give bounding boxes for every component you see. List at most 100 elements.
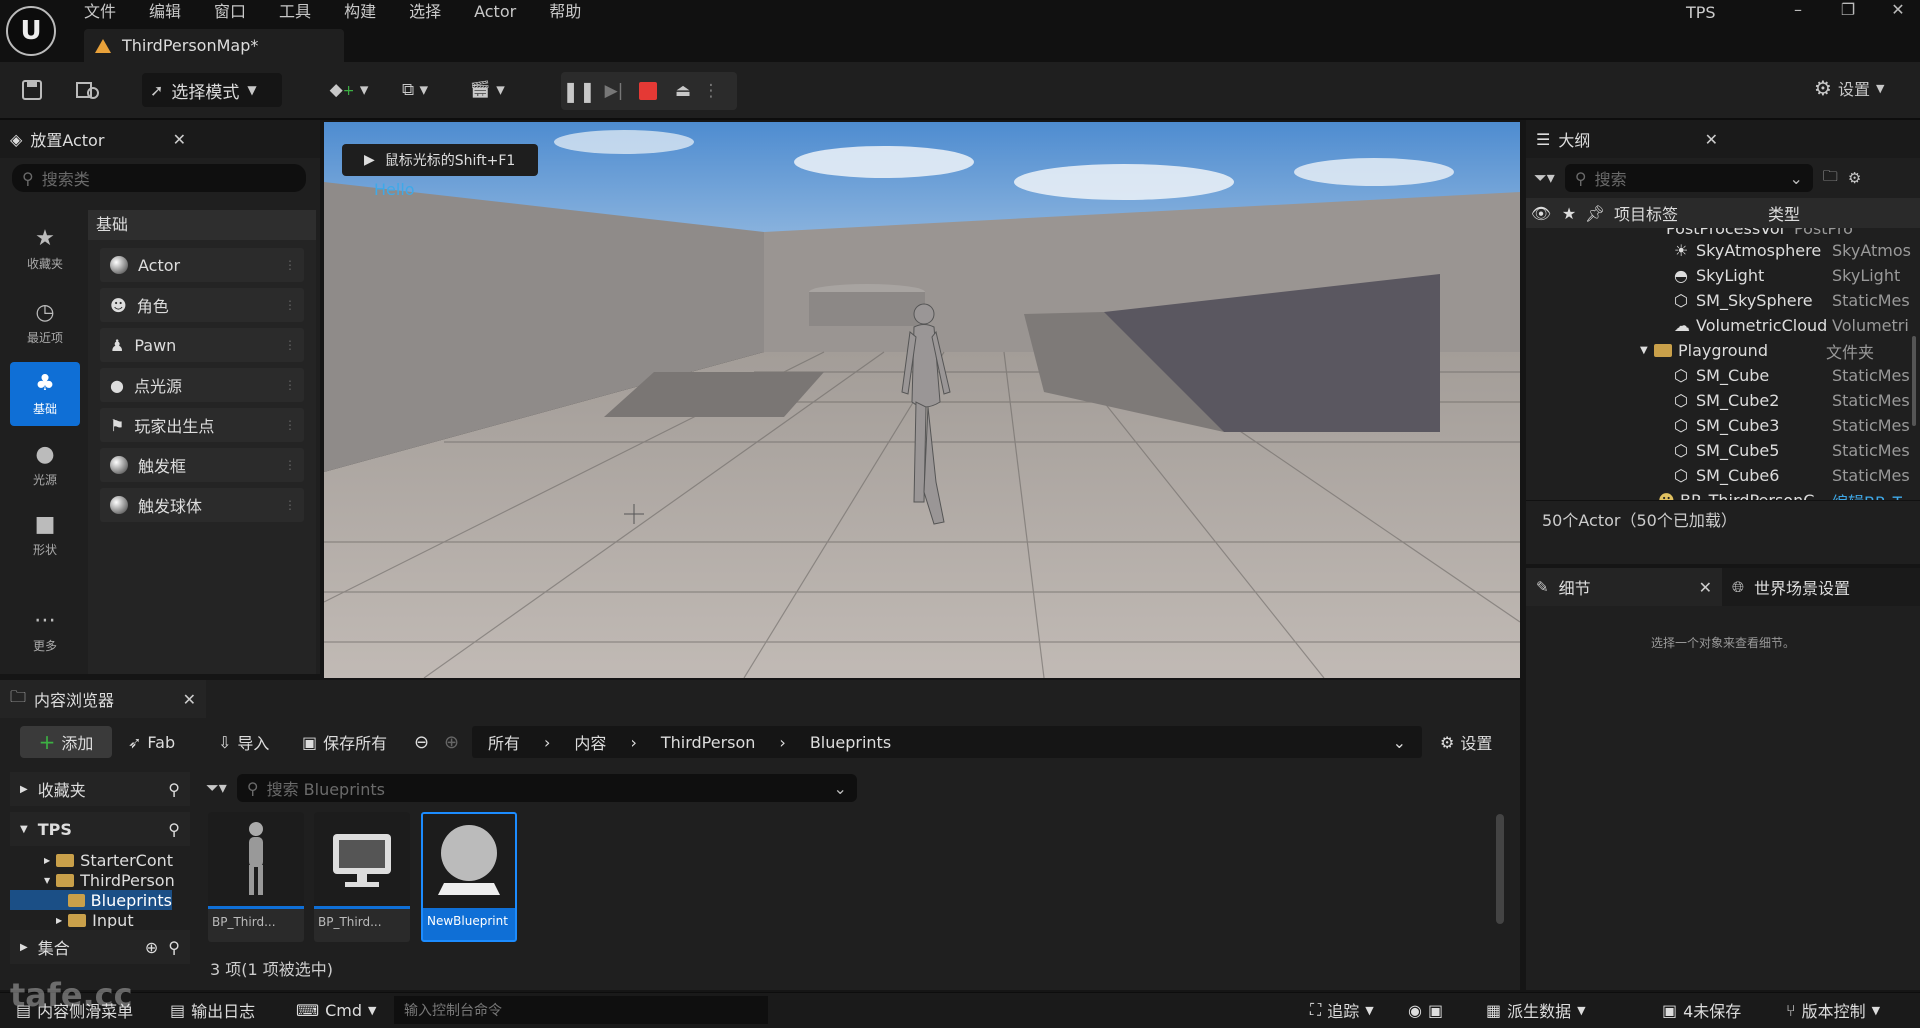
outliner-row[interactable]: ☻BP_ThirdPersonC编辑BP_T [1526, 488, 1920, 500]
outliner-row[interactable]: ⬡ SM_Cube StaticMes [1526, 363, 1920, 388]
search-icon[interactable]: ⚲ [168, 780, 180, 799]
add-button[interactable]: + 添加 [20, 726, 112, 758]
pin-icon[interactable]: 📌︎ [1582, 204, 1608, 223]
outliner-search-input[interactable]: ⚲ 搜索 ⌄ [1564, 164, 1813, 192]
tree-item-blueprints[interactable]: Blueprints [10, 890, 172, 910]
tab-map[interactable]: ThirdPersonMap* [84, 29, 344, 62]
unreal-logo-icon[interactable]: U [6, 6, 56, 56]
breadcrumb-content[interactable]: 内容 [574, 730, 606, 754]
outliner-row[interactable]: ⬡ SM_Cube5 StaticMes [1526, 438, 1920, 463]
outliner-row[interactable]: ⬡ SM_Cube6 StaticMes [1526, 463, 1920, 488]
actor-item-character[interactable]: ☻ 角色 ⋮ [100, 288, 304, 322]
chevron-down-icon[interactable]: ⌄ [1393, 733, 1406, 752]
breadcrumb-blueprints[interactable]: Blueprints [810, 733, 891, 752]
outliner-row[interactable]: ⬡ SM_Cube2 StaticMes [1526, 388, 1920, 413]
eye-icon[interactable]: 👁︎ [1526, 204, 1556, 223]
tree-item-input[interactable]: ▶ Input [10, 910, 190, 929]
category-recent[interactable]: ◷ 最近项 [10, 288, 80, 358]
back-button[interactable]: ⊖ [414, 726, 429, 758]
column-type[interactable]: 类型 [1768, 201, 1800, 225]
shift-f1-hint[interactable]: ▶ 鼠标光标的Shift+F1 [342, 144, 538, 176]
outliner-row-partial[interactable]: PostProcessVol PostPro [1526, 228, 1920, 238]
menu-actor[interactable]: Actor [474, 1, 516, 23]
close-icon[interactable]: ✕ [173, 130, 186, 149]
outliner-row[interactable]: ☀ SkyAtmosphere SkyAtmos [1526, 238, 1920, 263]
tab-world-settings[interactable]: 🌐︎ 世界场景设置 [1722, 575, 1860, 599]
trace-dropdown[interactable]: ⛶ 追踪 ▼ [1310, 992, 1374, 1028]
class-search-input[interactable]: ⚲ 搜索类 [12, 164, 306, 192]
close-window-button[interactable]: ✕ [1876, 0, 1920, 22]
import-button[interactable]: ⇩ 导入 [218, 726, 269, 758]
outliner-row[interactable]: ⬡ SM_SkySphere StaticMes [1526, 288, 1920, 313]
category-lights[interactable]: ● 光源 [10, 430, 80, 500]
blueprint-menu-button[interactable]: ⧉ ▾ [392, 72, 438, 108]
save-all-button[interactable]: ▣ 保存所有 [302, 726, 387, 758]
actor-item-pawn[interactable]: ♟ Pawn ⋮ [100, 328, 304, 362]
category-more[interactable]: ⋯ 更多 [10, 596, 80, 666]
search-icon[interactable]: ⚲ [168, 938, 180, 957]
menu-window[interactable]: 窗口 [214, 1, 246, 23]
filter-icon[interactable]: ⏷▾ [1534, 168, 1555, 188]
favorites-section[interactable]: ▶ 收藏夹 ⚲ [10, 772, 190, 806]
content-browser-tab[interactable]: 🗀︎ 内容浏览器 ✕ [0, 680, 206, 718]
breadcrumb-all[interactable]: 所有 [488, 730, 520, 754]
outliner-row[interactable]: ⬡ SM_Cube3 StaticMes [1526, 413, 1920, 438]
play-options-button[interactable]: ⋮ [701, 73, 721, 109]
level-viewport[interactable]: ▶ 鼠标光标的Shift+F1 Hello [324, 122, 1520, 678]
stop-button[interactable] [631, 73, 665, 109]
category-favorites[interactable]: ★ 收藏夹 [10, 214, 80, 284]
actor-item-trigger-box[interactable]: 触发框 ⋮ [100, 448, 304, 482]
menu-build[interactable]: 构建 [344, 1, 376, 23]
menu-select[interactable]: 选择 [409, 1, 441, 23]
menu-edit[interactable]: 编辑 [149, 1, 181, 23]
collections-section[interactable]: ▶ 集合 ⊕ ⚲ [10, 930, 190, 964]
filter-icon[interactable]: ⏷▾ [206, 778, 227, 798]
step-button[interactable]: ▶| [597, 73, 631, 109]
search-icon[interactable]: ⚲ [168, 820, 180, 839]
maximize-button[interactable]: ❐ [1826, 0, 1870, 22]
close-icon[interactable]: ✕ [183, 690, 196, 709]
asset-tile-selected[interactable]: NewBlueprint [421, 812, 517, 942]
tree-item-startercontent[interactable]: ▶ StarterCont [10, 850, 190, 870]
live-coding-button[interactable]: ◉ ▣ [1408, 992, 1443, 1028]
breadcrumb-thirdperson[interactable]: ThirdPerson [661, 733, 756, 752]
menu-help[interactable]: 帮助 [549, 1, 581, 23]
asset-tile[interactable]: BP_Third... [314, 812, 410, 942]
gear-icon[interactable]: ⚙ [1848, 169, 1861, 187]
unsaved-button[interactable]: ▣ 4未保存 [1662, 992, 1741, 1028]
outliner-row[interactable]: ◓ SkyLight SkyLight [1526, 263, 1920, 288]
tree-item-thirdperson[interactable]: ▼ ThirdPerson [10, 870, 190, 890]
fab-button[interactable]: ➶ Fab [128, 726, 175, 758]
cinematics-button[interactable]: 🎬︎ ▾ [462, 72, 512, 108]
output-log-button[interactable]: ▤ 输出日志 [170, 992, 255, 1028]
content-browse-icon[interactable] [72, 72, 104, 108]
category-basic[interactable]: ♣ 基础 [10, 362, 80, 426]
actor-item-player-start[interactable]: ⚑ 玩家出生点 ⋮ [100, 408, 304, 442]
save-icon[interactable] [16, 72, 48, 108]
console-input[interactable]: 输入控制台命令 [394, 996, 768, 1024]
cmd-dropdown[interactable]: ⌨ Cmd ▼ [296, 992, 376, 1028]
tab-details[interactable]: ✎ 细节 ✕ [1526, 568, 1722, 606]
menu-tools[interactable]: 工具 [279, 1, 311, 23]
outliner-row-folder[interactable]: ▼ Playground 文件夹 [1526, 338, 1920, 363]
new-folder-icon[interactable]: 🗀︎ [1823, 166, 1838, 191]
asset-search-input[interactable]: ⚲ 搜索 Blueprints ⌄ [236, 774, 857, 802]
forward-button[interactable]: ⊕ [444, 726, 459, 758]
add-collection-icon[interactable]: ⊕ [145, 938, 158, 957]
cb-settings-button[interactable]: ⚙ 设置 [1440, 726, 1492, 758]
minimize-button[interactable]: – [1776, 0, 1820, 22]
outliner-row[interactable]: ☁ VolumetricCloud Volumetri [1526, 313, 1920, 338]
category-shapes[interactable]: ■ 形状 [10, 500, 80, 570]
actor-item-actor[interactable]: Actor ⋮ [100, 248, 304, 282]
close-icon[interactable]: ✕ [1705, 130, 1718, 149]
tps-root[interactable]: ▼ TPS ⚲ [10, 812, 190, 846]
eject-button[interactable]: ⏏ [665, 73, 701, 109]
outliner-scrollbar[interactable] [1912, 336, 1916, 426]
pause-button[interactable]: ❚❚ [561, 73, 597, 109]
source-control-dropdown[interactable]: ⑂ 版本控制 ▼ [1786, 992, 1880, 1028]
asset-tile[interactable]: BP_Third... [208, 812, 304, 942]
settings-button[interactable]: ⚙ 设置 ▼ [1814, 76, 1884, 100]
add-actor-button[interactable]: ◆+ ▾ [326, 72, 372, 108]
derived-data-dropdown[interactable]: ▦ 派生数据 ▼ [1486, 992, 1586, 1028]
star-icon[interactable]: ★ [1556, 204, 1582, 223]
